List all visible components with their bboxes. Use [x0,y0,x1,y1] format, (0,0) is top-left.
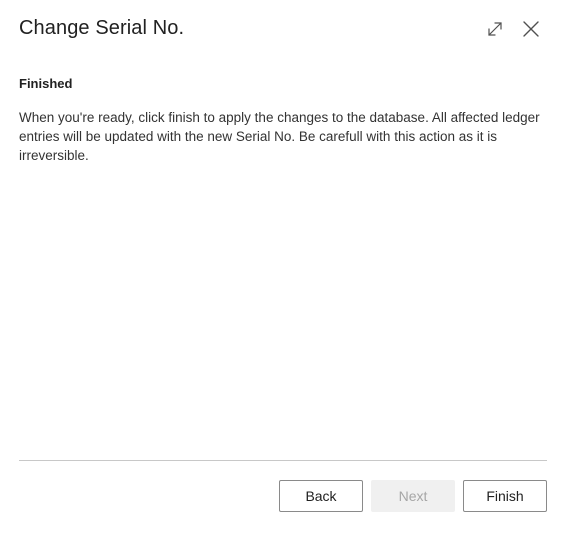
wizard-footer: Back Next Finish [279,480,547,512]
footer-divider [19,460,547,461]
expand-icon[interactable] [484,18,506,40]
title-actions [484,18,542,40]
dialog-title: Change Serial No. [19,17,185,39]
close-icon[interactable] [520,18,542,40]
back-button[interactable]: Back [279,480,363,512]
step-description: When you're ready, click finish to apply… [19,110,540,163]
step-heading: Finished [19,76,73,91]
next-button[interactable]: Next [371,480,455,512]
change-serial-no-dialog: Change Serial No. Finished When you're r… [0,0,567,533]
finish-button[interactable]: Finish [463,480,547,512]
